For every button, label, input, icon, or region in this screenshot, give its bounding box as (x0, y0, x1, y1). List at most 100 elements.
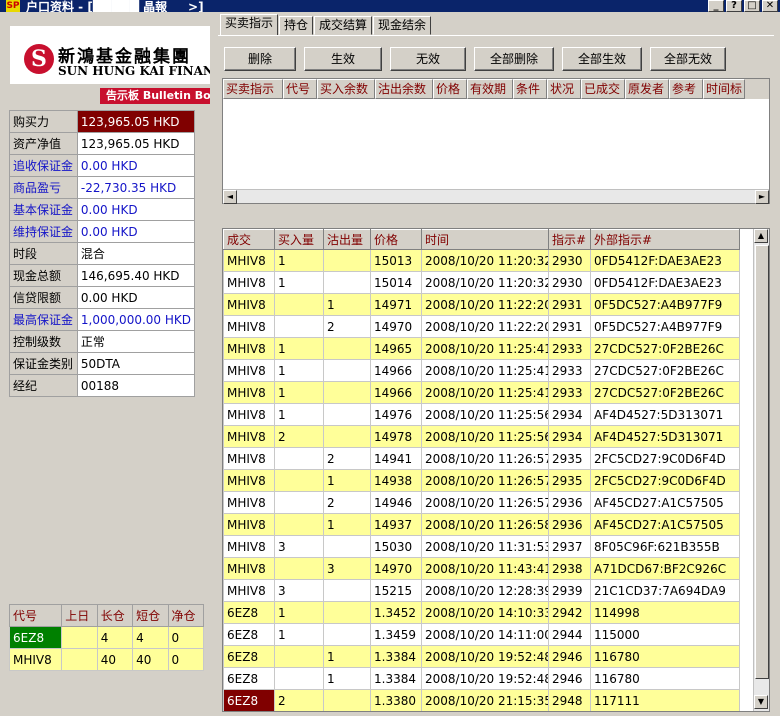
bulletin-board-button[interactable]: 告示板 Bulletin Board (100, 88, 210, 104)
activate-button[interactable]: 生效 (304, 47, 382, 71)
account-info-row: 商品盈亏 -22,730.35 HKD (9, 176, 196, 199)
positions-column-header[interactable]: 长仓 (96, 604, 134, 627)
scroll-left-icon[interactable]: ◄ (223, 190, 237, 204)
scroll-up-icon[interactable]: ▲ (754, 229, 768, 243)
window-title: 户口资料 - [█████ 晶報 >] (26, 0, 204, 12)
trade-row[interactable]: MHIV8 3 15030 2008/10/20 11:31:53 2937 8F05C9… (223, 535, 740, 558)
positions-cell: 6EZ8 (8, 626, 63, 649)
positions-column-header[interactable]: 净仓 (167, 604, 205, 627)
tab-settlement[interactable]: 成交结算 (314, 16, 373, 35)
account-info-value: 1,000,000.00 HKD (76, 308, 196, 331)
deactivate-all-button[interactable]: 全部无效 (650, 47, 726, 71)
delete-button[interactable]: 删除 (224, 47, 296, 71)
orders-column-header[interactable]: 已成交 (581, 79, 625, 99)
positions-column-header[interactable]: 上日 (61, 604, 98, 627)
trade-row[interactable]: MHIV8 1 14937 2008/10/20 11:26:58 2936 AF45CD… (223, 513, 740, 536)
trade-row[interactable]: MHIV8 2 14946 2008/10/20 11:26:57 2936 AF45CD… (223, 491, 740, 514)
account-info-label: 基本保证金 (9, 198, 78, 221)
trade-row[interactable]: MHIV8 1 15013 2008/10/20 11:20:32 2930 0FD541… (223, 249, 740, 272)
delete-all-button[interactable]: 全部删除 (474, 47, 554, 71)
trades-table: 成交 买入量 沽出量 价格 时间 指示# 外部指示# MHIV8 1 15013 2008/10/… (223, 229, 740, 711)
activate-all-button[interactable]: 全部生效 (562, 47, 642, 71)
trades-column-header[interactable]: 沽出量 (323, 229, 371, 250)
orders-column-header[interactable]: 条件 (513, 79, 547, 99)
orders-column-header[interactable]: 价格 (433, 79, 467, 99)
trade-cell: MHIV8 (223, 249, 275, 272)
trades-column-header[interactable]: 买入量 (274, 229, 324, 250)
trades-vertical-scrollbar[interactable]: ▲ ▼ (753, 229, 769, 711)
orders-column-header[interactable]: 买入余数 (317, 79, 375, 99)
app-icon: SP (6, 0, 20, 12)
trade-cell: AF4D4527:5D313071 (590, 403, 740, 426)
trade-cell: MHIV8 (223, 315, 275, 338)
scroll-down-icon[interactable]: ▼ (754, 695, 768, 709)
orders-column-header[interactable]: 代号 (283, 79, 317, 99)
close-button[interactable]: ✕ (762, 0, 778, 12)
positions-column-header[interactable]: 代号 (8, 604, 63, 627)
trade-row[interactable]: MHIV8 1 14976 2008/10/20 11:25:56 2934 AF4D45… (223, 403, 740, 426)
orders-column-header[interactable]: 原发者 (625, 79, 669, 99)
trade-row[interactable]: MHIV8 3 14970 2008/10/20 11:43:41 2938 A71DCD… (223, 557, 740, 580)
trade-row[interactable]: MHIV8 1 15014 2008/10/20 11:20:32 2930 0FD541… (223, 271, 740, 294)
trade-row[interactable]: MHIV8 3 15215 2008/10/20 12:28:39 2939 21C1CD… (223, 579, 740, 602)
trade-row[interactable]: MHIV8 2 14941 2008/10/20 11:26:57 2935 2FC5CD… (223, 447, 740, 470)
trade-cell: 2946 (548, 667, 591, 690)
trade-row[interactable]: 6EZ8 1 1.3452 2008/10/20 14:10:33 2942 114998 (223, 601, 740, 624)
deactivate-button[interactable]: 无效 (390, 47, 466, 71)
account-info-row: 控制级数 正常 (9, 330, 196, 353)
trade-row[interactable]: 6EZ8 1 1.3459 2008/10/20 14:11:00 2944 115000 (223, 623, 740, 646)
account-info-label: 追收保证金 (9, 154, 78, 177)
orders-horizontal-scrollbar[interactable]: ◄ ► (223, 189, 769, 204)
trades-grid[interactable]: 成交 买入量 沽出量 价格 时间 指示# 外部指示# MHIV8 1 15013 2008/10/… (222, 228, 770, 712)
trades-column-header[interactable]: 指示# (548, 229, 591, 250)
orders-grid[interactable]: 买卖指示 代号 买入余数 沽出余数 价格 有效期 条件 状况 已成交 原发者 参考 时间标 ◄ ► (222, 78, 770, 204)
trade-row[interactable]: 6EZ8 1 1.3384 2008/10/20 19:52:48 2946 116780 (223, 645, 740, 668)
help-button[interactable]: ? (726, 0, 742, 12)
account-info-row: 现金总额 146,695.40 HKD (9, 264, 196, 287)
trade-row[interactable]: 6EZ8 1 1.3384 2008/10/20 19:52:48 2946 116780 (223, 667, 740, 690)
trade-row[interactable]: MHIV8 1 14966 2008/10/20 11:25:41 2933 27CDC5… (223, 359, 740, 382)
positions-cell: 40 (132, 648, 169, 671)
trade-cell: MHIV8 (223, 381, 275, 404)
maximize-button[interactable]: □ (744, 0, 760, 12)
orders-column-header[interactable]: 有效期 (467, 79, 513, 99)
trade-row[interactable]: 6EZ8 2 1.3380 2008/10/20 21:15:35 2948 117111 (223, 689, 740, 711)
trade-cell: 14971 (370, 293, 422, 316)
minimize-button[interactable]: _ (708, 0, 724, 12)
trade-cell: MHIV8 (223, 491, 275, 514)
trade-row[interactable]: MHIV8 1 14938 2008/10/20 11:26:57 2935 2FC5CD… (223, 469, 740, 492)
positions-cell (61, 626, 98, 649)
trade-cell: 2FC5CD27:9C0D6F4D (590, 469, 740, 492)
tab-holdings[interactable]: 持仓 (279, 16, 314, 35)
positions-row[interactable]: 6EZ8 4 4 0 (8, 626, 205, 649)
orders-column-header[interactable]: 买卖指示 (223, 79, 283, 99)
trade-cell: MHIV8 (223, 271, 275, 294)
scroll-thumb[interactable] (755, 245, 769, 679)
trade-cell: 1 (323, 667, 371, 690)
trades-column-header[interactable]: 时间 (421, 229, 549, 250)
trade-row[interactable]: MHIV8 1 14965 2008/10/20 11:25:41 2933 27CDC5… (223, 337, 740, 360)
trades-column-header[interactable]: 价格 (370, 229, 422, 250)
positions-column-header[interactable]: 短仓 (132, 604, 169, 627)
trades-column-header[interactable]: 外部指示# (590, 229, 740, 250)
trade-row[interactable]: MHIV8 1 14971 2008/10/20 11:22:20 2931 0F5DC5… (223, 293, 740, 316)
trade-cell: 1.3459 (370, 623, 422, 646)
tab-orders[interactable]: 买卖指示 (220, 14, 279, 35)
orders-column-header[interactable]: 状况 (547, 79, 581, 99)
orders-column-header[interactable]: 沽出余数 (375, 79, 433, 99)
trade-row[interactable]: MHIV8 1 14966 2008/10/20 11:25:41 2933 27CDC5… (223, 381, 740, 404)
trade-cell: MHIV8 (223, 359, 275, 382)
trade-row[interactable]: MHIV8 2 14978 2008/10/20 11:25:56 2934 AF4D45… (223, 425, 740, 448)
tab-cash-balance[interactable]: 现金结余 (373, 16, 432, 35)
trades-column-header[interactable]: 成交 (223, 229, 275, 250)
positions-cell: MHIV8 (8, 648, 63, 671)
scroll-right-icon[interactable]: ► (755, 190, 769, 204)
trade-cell: 2936 (548, 513, 591, 536)
orders-column-header[interactable]: 参考 (669, 79, 703, 99)
trade-row[interactable]: MHIV8 2 14970 2008/10/20 11:22:20 2931 0F5DC5… (223, 315, 740, 338)
orders-column-header[interactable]: 时间标 (703, 79, 745, 99)
account-info-value: 0.00 HKD (76, 154, 196, 177)
trade-cell: 6EZ8 (223, 645, 275, 668)
trade-cell (323, 689, 371, 711)
positions-row[interactable]: MHIV8 40 40 0 (8, 648, 205, 671)
